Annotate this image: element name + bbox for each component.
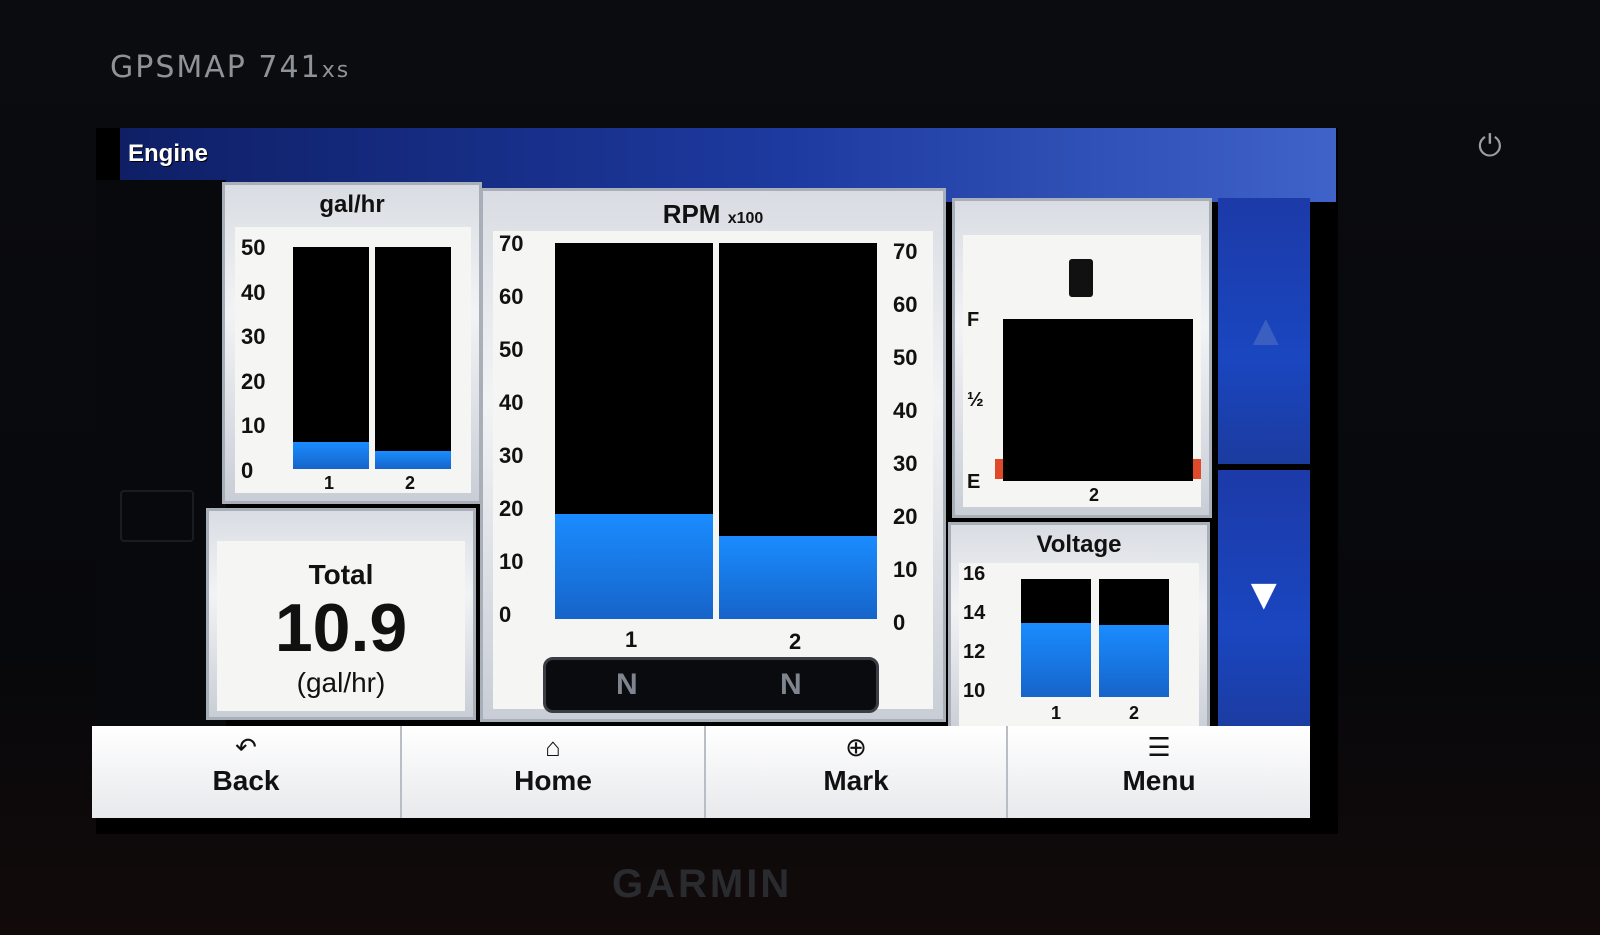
rpm-left-tick-10: 10	[499, 549, 524, 574]
fuel-low-marker-left	[995, 459, 1003, 479]
voltage-bar-2	[1099, 579, 1169, 697]
voltage-tick-10: 10	[963, 680, 986, 702]
rpm-fill-1	[555, 513, 713, 619]
bottom-toolbar: ↶ Back ⌂ Home ⊕ Mark ☰ Menu	[92, 726, 1310, 818]
fuel-label-empty: E	[967, 471, 981, 493]
rpm-fill-2	[719, 536, 877, 619]
total-value: 10.9	[274, 590, 408, 666]
fuel-flow-tick-30: 30	[241, 324, 266, 349]
fuel-tank-well	[1003, 319, 1193, 481]
voltage-engine-1-label: 1	[1051, 703, 1062, 723]
rpm-bar-1	[555, 243, 713, 619]
mark-button[interactable]: ⊕ Mark	[706, 726, 1008, 818]
rpm-chart: 70 60 50 40 30 20 10 0 70 60 50 40 30 20 10 0 1 2 N N	[493, 231, 933, 713]
rpm-right-tick-40: 40	[893, 398, 918, 423]
rpm-engine-2-label: 2	[789, 629, 802, 654]
scroll-down-button[interactable]: ▼	[1218, 470, 1310, 736]
fuel-flow-panel[interactable]: gal/hr 50 40 30 20 10 0 1 2	[222, 182, 482, 504]
scroll-up-button[interactable]: ▲	[1218, 198, 1310, 464]
fuel-flow-tick-40: 40	[241, 279, 266, 305]
voltage-panel[interactable]: Voltage 16 14 12 10 1 2	[948, 522, 1210, 736]
power-icon[interactable]: ⏻	[1478, 130, 1514, 166]
rpm-right-tick-50: 50	[893, 345, 918, 370]
fuel-flow-fill-1	[293, 442, 369, 469]
voltage-tick-12: 12	[963, 641, 986, 663]
home-button[interactable]: ⌂ Home	[402, 726, 706, 818]
home-icon: ⌂	[545, 732, 561, 762]
rpm-left-tick-30: 30	[499, 443, 524, 468]
voltage-title: Voltage	[1036, 531, 1122, 558]
voltage-tick-16: 16	[963, 563, 986, 585]
voltage-chart: 16 14 12 10 1 2	[959, 563, 1199, 727]
rpm-title: RPM x100	[662, 199, 764, 229]
rpm-right-tick-30: 30	[893, 451, 918, 476]
up-arrow-icon: ▲	[1244, 306, 1288, 355]
back-arrow-icon: ↶	[235, 732, 257, 762]
fuel-label-full: F	[967, 309, 980, 331]
menu-button[interactable]: ☰ Menu	[1008, 726, 1310, 818]
voltage-fill-1	[1021, 622, 1091, 697]
gear-engine-1: N	[616, 668, 638, 701]
fuel-tank-panel[interactable]: F ½ E 2	[952, 198, 1212, 518]
voltage-tick-14: 14	[963, 602, 986, 624]
total-panel[interactable]: Total 10.9 (gal/hr)	[206, 508, 476, 720]
rpm-left-tick-60: 60	[499, 284, 524, 309]
gear-indicator: N N	[543, 657, 879, 713]
rpm-right-tick-0: 0	[893, 610, 906, 635]
voltage-engine-2-label: 2	[1129, 703, 1140, 723]
rpm-right-tick-60: 60	[893, 292, 918, 317]
rpm-panel[interactable]: RPM x100 70 60 50 40 30 20 10 0 70 60 50 40 30 20 10 0 …	[480, 188, 946, 722]
rpm-left-tick-0: 0	[499, 602, 512, 627]
rpm-left-tick-20: 20	[499, 496, 524, 521]
crosshair-icon: ⊕	[845, 732, 867, 762]
fuel-flow-tick-10: 10	[241, 413, 266, 438]
down-arrow-icon: ▼	[1242, 570, 1286, 619]
voltage-fill-2	[1099, 625, 1169, 697]
back-button[interactable]: ↶ Back	[92, 726, 402, 818]
back-label: Back	[212, 765, 280, 796]
total-label: Total	[308, 559, 374, 590]
fuel-flow-tick-50: 50	[241, 235, 266, 260]
fuel-flow-fill-2	[375, 451, 451, 469]
fuel-tank-label: 2	[1089, 485, 1100, 505]
fuel-flow-engine-2-label: 2	[405, 473, 416, 493]
rpm-left-tick-40: 40	[499, 390, 524, 415]
rpm-engine-1-label: 1	[625, 627, 638, 652]
mark-label: Mark	[823, 765, 889, 796]
gear-engine-2: N	[780, 668, 802, 701]
fuel-label-half: ½	[967, 389, 984, 411]
fuel-flow-chart: 50 40 30 20 10 0 1 2	[235, 227, 471, 493]
fuel-flow-tick-0: 0	[241, 457, 254, 483]
fuel-flow-tick-20: 20	[241, 368, 266, 394]
total-inner: Total 10.9 (gal/hr)	[217, 541, 465, 711]
fuel-flow-title: gal/hr	[319, 191, 385, 218]
battery-icon	[120, 490, 194, 542]
voltage-bar-1	[1021, 579, 1091, 697]
rpm-left-tick-50: 50	[499, 337, 524, 362]
rpm-right-tick-10: 10	[893, 557, 918, 582]
fuel-flow-engine-1-label: 1	[324, 473, 335, 493]
fuel-tank-inner: F ½ E 2	[963, 235, 1201, 507]
fuel-pump-icon	[1069, 259, 1093, 297]
rpm-bar-2	[719, 243, 877, 619]
fuel-flow-bar-1	[293, 247, 369, 469]
rpm-right-tick-20: 20	[893, 504, 918, 529]
page-title: Engine	[128, 140, 209, 167]
device-model-label: GPSMAP 741xs	[110, 50, 351, 85]
rpm-right-tick-70: 70	[893, 239, 918, 264]
fuel-flow-bar-2	[375, 247, 451, 469]
total-unit: (gal/hr)	[296, 667, 386, 698]
menu-icon: ☰	[1147, 732, 1171, 762]
brand-logo: GARMIN	[612, 862, 793, 906]
fuel-low-marker-right	[1193, 459, 1201, 479]
rpm-left-tick-70: 70	[499, 231, 524, 256]
menu-label: Menu	[1122, 765, 1196, 796]
home-label: Home	[514, 765, 592, 796]
